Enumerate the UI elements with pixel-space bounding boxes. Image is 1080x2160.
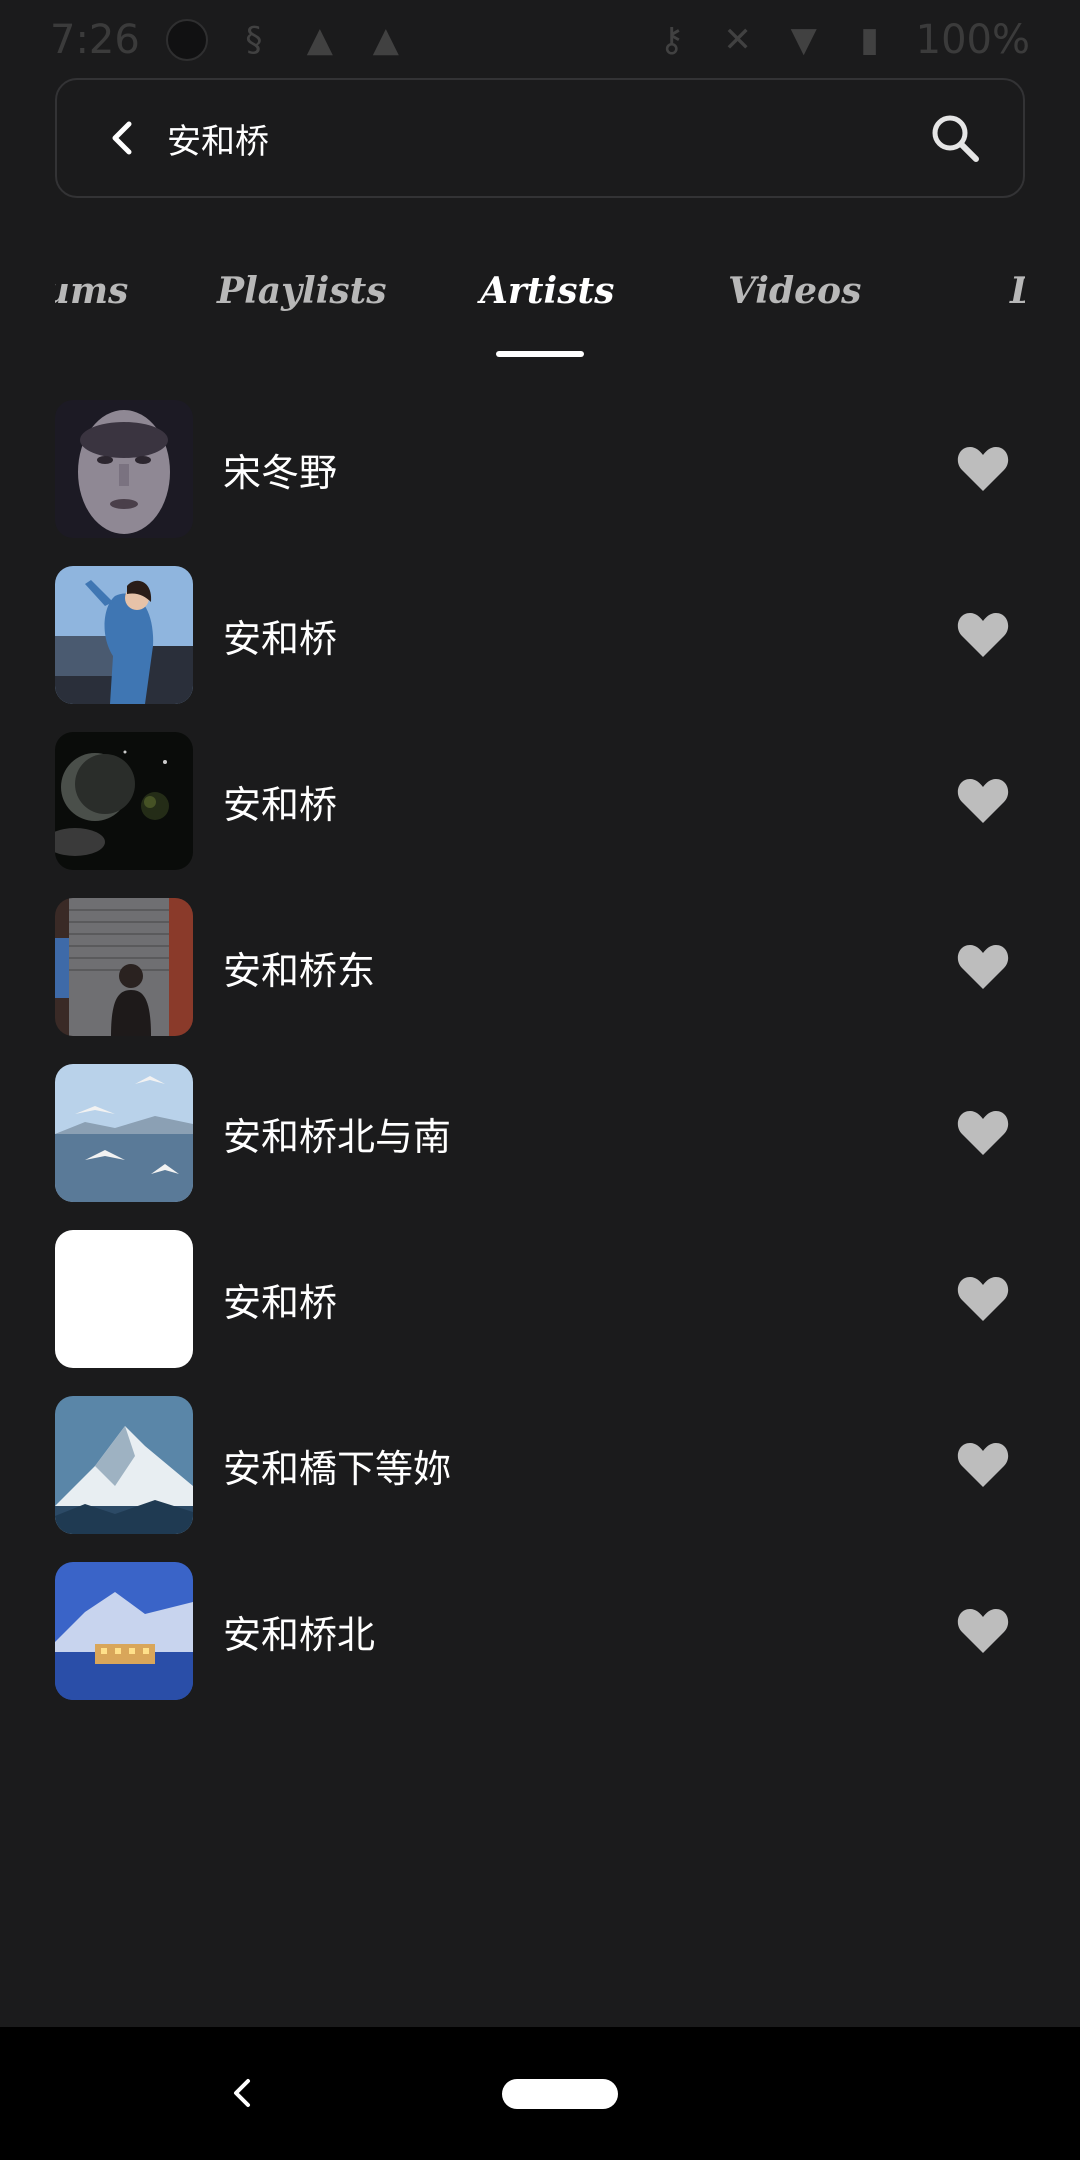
favorite-heart-icon[interactable] [953, 937, 1013, 997]
artist-name: 安和桥北 [223, 1612, 376, 1657]
artist-thumbnail [55, 400, 193, 538]
tab-videos[interactable]: Videos [728, 270, 861, 312]
active-tab-indicator [496, 351, 584, 357]
search-input[interactable]: 安和桥 [167, 114, 925, 163]
nav-home-pill[interactable] [502, 2079, 618, 2109]
artist-name: 安和桥东 [223, 948, 376, 993]
artist-row[interactable]: 安和桥北与南 [55, 1050, 1025, 1216]
tab-playlists[interactable]: Playlists [217, 270, 387, 312]
mute-icon: ✕ [723, 20, 752, 60]
system-nav-bar [0, 2027, 1080, 2160]
status-time: 7:26 [50, 17, 140, 63]
favorite-heart-icon[interactable] [953, 1103, 1013, 1163]
artist-name: 安和桥北与南 [223, 1114, 452, 1159]
battery-icon: ▮ [860, 20, 879, 60]
artist-thumbnail [55, 1230, 193, 1368]
artist-row[interactable]: 安和桥 [55, 1216, 1025, 1382]
artist-thumbnail [55, 566, 193, 704]
artist-name: 宋冬野 [223, 450, 338, 495]
status-bar: 7:26 § ▲ ▲ ⚷ ✕ ▼ ▮ 100% [0, 0, 1080, 80]
search-bar[interactable]: 安和桥 [55, 78, 1025, 198]
wifi-icon: ▼ [790, 20, 817, 60]
notification-dot-icon [165, 19, 208, 61]
artist-list: 宋冬野 安和桥 安和桥 安和桥东 安和桥北与南 安和桥 安和橋下等妳 安和桥北 [55, 386, 1025, 1714]
category-tabs: Albums Playlists Artists Videos D [55, 250, 1025, 360]
artist-row[interactable]: 安和桥东 [55, 884, 1025, 1050]
nav-back-icon[interactable] [222, 2073, 262, 2113]
cat-icon: ▲ [306, 20, 333, 60]
favorite-heart-icon[interactable] [953, 1269, 1013, 1329]
artist-name: 安和桥 [223, 782, 338, 827]
artist-thumbnail [55, 1562, 193, 1700]
artist-row[interactable]: 安和桥 [55, 718, 1025, 884]
favorite-heart-icon[interactable] [953, 605, 1013, 665]
back-arrow-icon[interactable] [97, 113, 147, 163]
favorite-heart-icon[interactable] [953, 1601, 1013, 1661]
artist-name: 安和桥 [223, 1280, 338, 1325]
artist-row[interactable]: 安和橋下等妳 [55, 1382, 1025, 1548]
battery-percent: 100% [915, 17, 1030, 63]
tab-albums[interactable]: Albums [55, 270, 128, 312]
tab-artists[interactable]: Artists [480, 270, 614, 312]
artist-row[interactable]: 安和桥北 [55, 1548, 1025, 1714]
artist-name: 安和桥 [223, 616, 338, 661]
artist-name: 安和橋下等妳 [223, 1446, 452, 1491]
key-icon: ⚷ [659, 20, 685, 60]
artist-thumbnail [55, 732, 193, 870]
sim-icon: § [245, 20, 263, 60]
favorite-heart-icon[interactable] [953, 439, 1013, 499]
search-icon[interactable] [925, 108, 985, 168]
tab-more[interactable]: D [1010, 270, 1025, 312]
artist-thumbnail [55, 898, 193, 1036]
artist-thumbnail [55, 1396, 193, 1534]
favorite-heart-icon[interactable] [953, 1435, 1013, 1495]
favorite-heart-icon[interactable] [953, 771, 1013, 831]
cat-icon-2: ▲ [372, 20, 399, 60]
artist-row[interactable]: 安和桥 [55, 552, 1025, 718]
artist-thumbnail [55, 1064, 193, 1202]
artist-row[interactable]: 宋冬野 [55, 386, 1025, 552]
